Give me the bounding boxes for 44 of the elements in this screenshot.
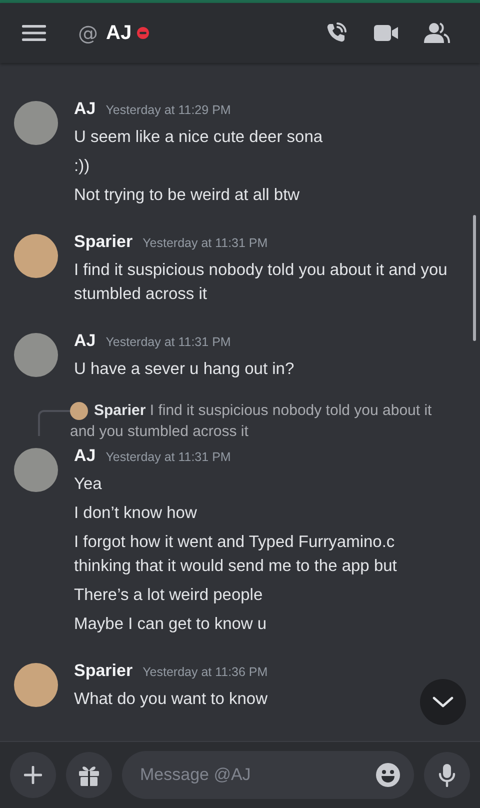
message-text: Maybe I can get to know u <box>74 614 268 635</box>
user-avatar[interactable] <box>14 448 58 492</box>
jump-to-bottom-button[interactable] <box>420 679 466 725</box>
emoji-icon[interactable] <box>376 763 400 787</box>
add-button[interactable] <box>10 752 56 798</box>
author-name[interactable]: Sparier <box>74 661 133 681</box>
message-text: There’s a lot weird people <box>74 585 264 606</box>
timestamp: Yesterday at 11:31 PM <box>106 450 231 464</box>
microphone-icon <box>438 763 456 787</box>
message-text: What do you want to know <box>74 689 268 710</box>
user-avatar[interactable] <box>14 101 58 145</box>
author-name[interactable]: AJ <box>74 331 96 351</box>
message-input[interactable]: Message @AJ <box>138 764 368 786</box>
menu-icon[interactable] <box>22 24 46 42</box>
message-text: I forgot how it went and Typed Furryamino.c thinking that it would send me to the app but <box>74 532 398 577</box>
video-camera-icon[interactable] <box>374 24 398 42</box>
plus-icon <box>24 766 42 784</box>
microphone-button[interactable] <box>424 752 470 798</box>
message-text: Yea <box>74 474 103 495</box>
author-name[interactable]: AJ <box>74 446 96 466</box>
timestamp: Yesterday at 11:29 PM <box>106 103 231 117</box>
timestamp: Yesterday at 11:31 PM <box>106 335 231 349</box>
message-text: U have a sever u hang out in? <box>74 359 294 380</box>
message-text: :)) <box>74 156 91 177</box>
reply-preview[interactable]: Sparier I find it suspicious nobody told you about it and you stumbled across it <box>70 400 456 442</box>
chevron-down-icon <box>432 696 454 708</box>
user-avatar[interactable] <box>14 663 58 707</box>
message-field[interactable]: Message @AJ <box>122 751 414 799</box>
timestamp: Yesterday at 11:36 PM <box>142 665 268 679</box>
message-text: I find it suspicious nobody told you about it and you stumbled across it <box>74 260 448 305</box>
user-avatar[interactable] <box>14 333 58 377</box>
message-text: Not trying to be weird at all btw <box>74 185 301 206</box>
author-name[interactable]: Sparier <box>74 232 133 252</box>
at-symbol: @ <box>78 21 98 45</box>
author-name[interactable]: AJ <box>74 99 96 119</box>
scrollbar[interactable] <box>473 215 476 341</box>
message-text: U seem like a nice cute deer sona <box>74 127 323 148</box>
user-avatar[interactable] <box>14 234 58 278</box>
channel-title[interactable]: AJ <box>106 22 132 44</box>
message-text: I don’t know how <box>74 503 198 524</box>
members-icon[interactable] <box>424 22 450 44</box>
reply-avatar <box>70 402 88 420</box>
gift-button[interactable] <box>66 752 112 798</box>
timestamp: Yesterday at 11:31 PM <box>142 236 268 250</box>
